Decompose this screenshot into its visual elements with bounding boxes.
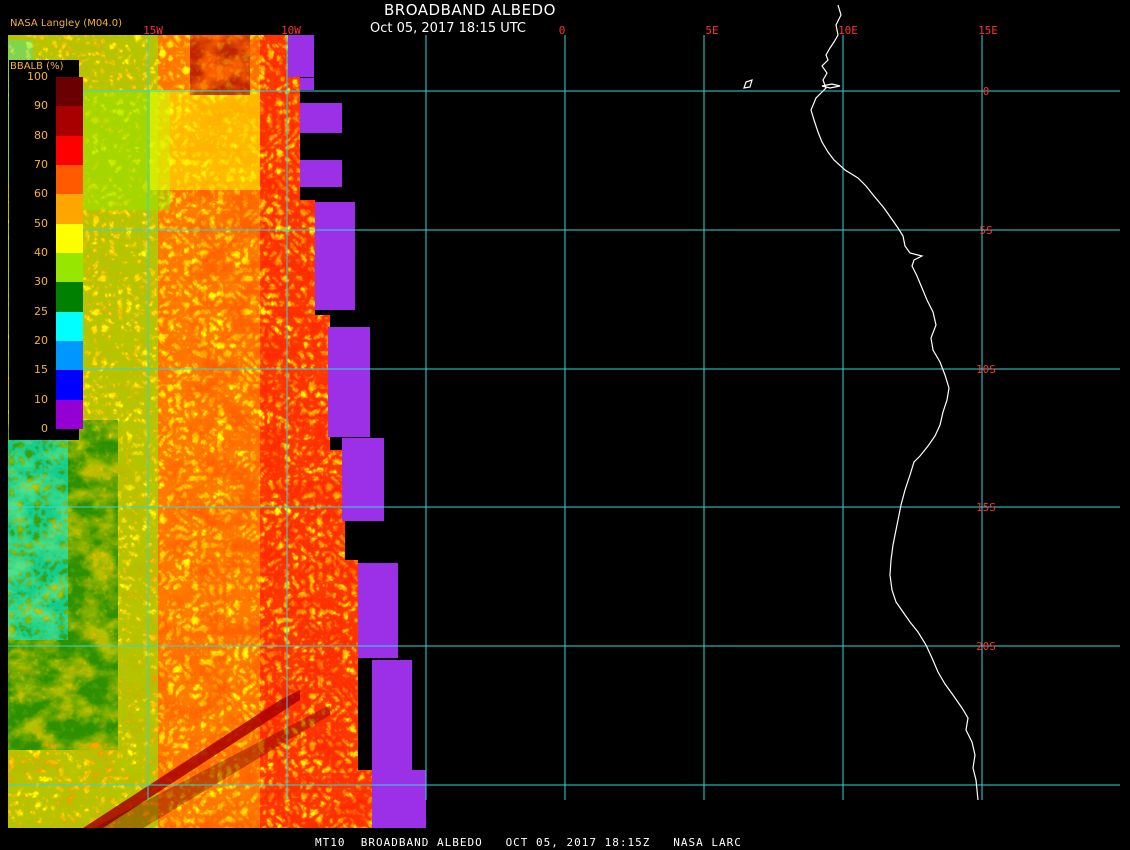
latitude-label: 5S xyxy=(979,224,992,237)
no-data-strip xyxy=(372,770,426,828)
no-data-strip xyxy=(342,438,384,521)
legend-tick: 80 xyxy=(34,128,48,142)
legend-swatch xyxy=(56,223,83,254)
legend-tick: 30 xyxy=(34,275,48,289)
legend-tick: 90 xyxy=(34,99,48,113)
legend-tick: 15 xyxy=(34,363,48,377)
color-legend: BBALB (%) 100 90 80 70 60 50 40 30 25 20 15 10 0 xyxy=(9,60,83,440)
legend-tick: 70 xyxy=(34,158,48,171)
legend-swatch xyxy=(56,282,83,313)
legend-tick: 50 xyxy=(34,216,48,230)
longitude-label: 5E xyxy=(705,24,718,37)
no-data-strip xyxy=(328,327,370,437)
no-data-strip xyxy=(300,160,342,187)
no-data-strip xyxy=(300,78,314,90)
longitude-label: 15E xyxy=(978,24,998,37)
legend-swatch xyxy=(56,165,83,195)
no-data-strip xyxy=(358,563,398,658)
latitude-label: 10S xyxy=(976,363,996,376)
longitude-label: 10E xyxy=(838,24,858,37)
legend-tick: 10 xyxy=(34,392,48,406)
legend-swatch xyxy=(56,135,83,166)
chart-subtitle: Oct 05, 2017 18:15 UTC xyxy=(370,21,526,36)
chart-title: BROADBAND ALBEDO xyxy=(384,1,556,19)
legend-swatch xyxy=(56,106,83,137)
legend-swatch xyxy=(56,341,83,371)
latitude-label: 20S xyxy=(976,640,996,653)
legend-swatch xyxy=(56,399,83,430)
source-label: NASA Langley (M04.0) xyxy=(10,18,122,29)
legend-swatch xyxy=(56,253,83,283)
latitude-label: 15S xyxy=(976,501,996,514)
no-data-strip xyxy=(300,103,342,133)
coastline xyxy=(743,4,979,801)
no-data-strip xyxy=(372,660,412,772)
longitude-label: 10W xyxy=(281,24,301,37)
legend-tick: 60 xyxy=(34,187,48,201)
legend-swatch xyxy=(56,194,83,225)
no-data-strip xyxy=(288,35,314,77)
legend-swatch xyxy=(56,370,83,401)
longitude-label: 15W xyxy=(143,24,163,37)
legend-tick: 0 xyxy=(41,422,48,435)
legend-tick: 25 xyxy=(34,304,48,318)
footer-caption: MT10 BROADBAND ALBEDO OCT 05, 2017 18:15… xyxy=(315,836,742,849)
legend-swatch xyxy=(56,311,83,342)
legend-tick: 20 xyxy=(34,334,48,347)
longitude-label: 0 xyxy=(559,24,566,37)
latitude-label: 0 xyxy=(983,85,990,98)
albedo-map: 15W 10W 0 5E 10E 15E 0 5S 10S 15S 20S xyxy=(8,4,1120,828)
legend-swatch xyxy=(56,77,83,107)
no-data-strip xyxy=(315,202,355,310)
legend-tick: 100 xyxy=(27,70,48,83)
legend-tick: 40 xyxy=(34,246,48,259)
